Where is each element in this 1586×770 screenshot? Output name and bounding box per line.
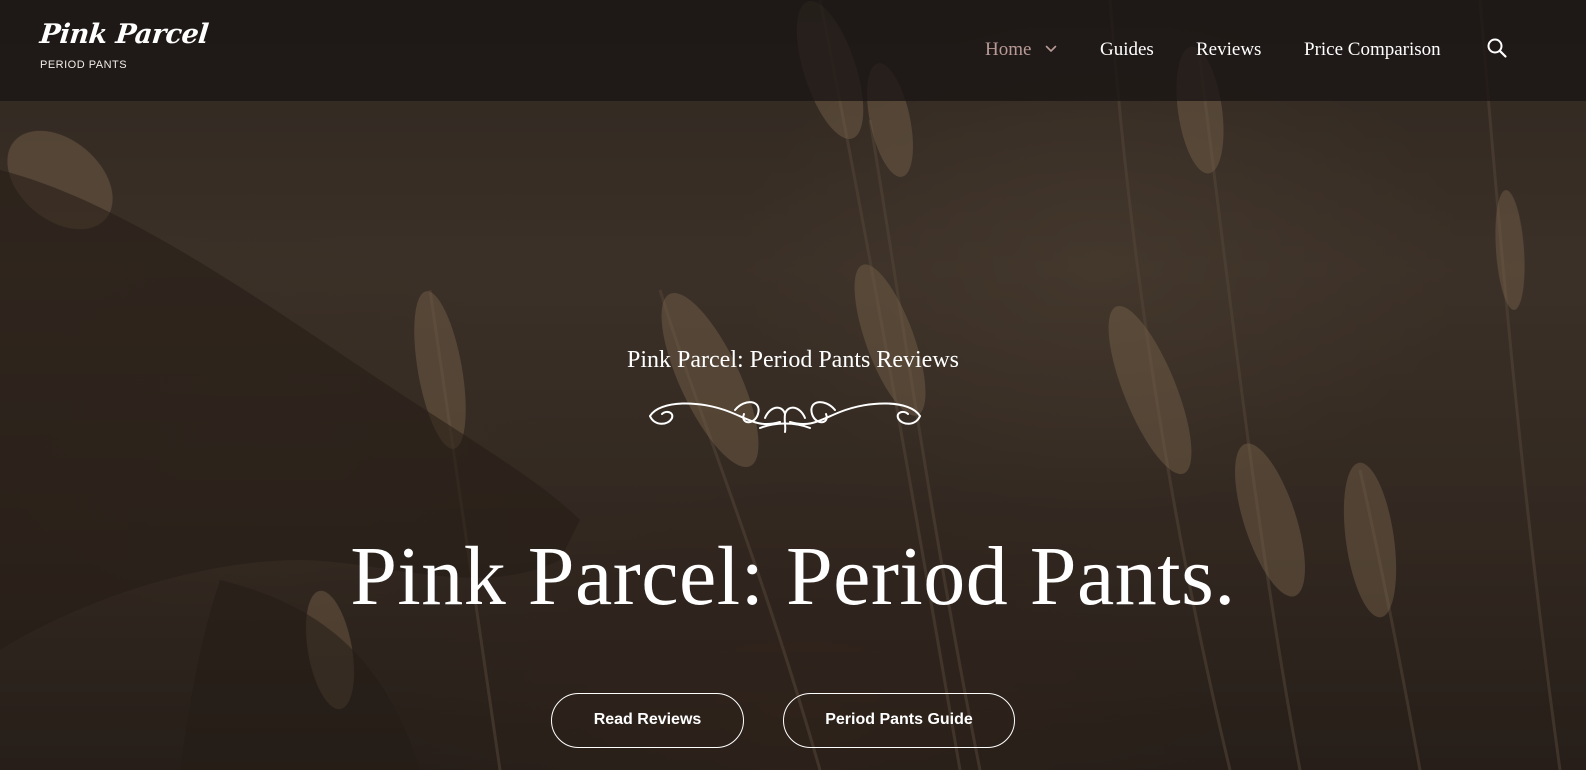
main-nav: Home Guides Reviews Price Comparison <box>0 36 1586 64</box>
flourish-divider-icon <box>649 401 921 433</box>
hero-title: Pink Parcel: Period Pants. <box>350 530 1236 623</box>
chevron-down-icon[interactable] <box>1045 44 1057 54</box>
read-reviews-button[interactable]: Read Reviews <box>551 693 744 748</box>
hero-overlay <box>0 0 1586 770</box>
page: Pink Parcel PERIOD PANTS Home Guides Rev… <box>0 0 1586 770</box>
search-icon[interactable] <box>1486 37 1508 59</box>
nav-item-guides[interactable]: Guides <box>1100 36 1154 64</box>
nav-item-reviews[interactable]: Reviews <box>1196 36 1261 64</box>
nav-item-price-comparison[interactable]: Price Comparison <box>1304 36 1441 64</box>
period-pants-guide-button[interactable]: Period Pants Guide <box>783 693 1015 748</box>
site-header: Pink Parcel PERIOD PANTS Home Guides Rev… <box>0 0 1586 101</box>
hero-subtitle: Pink Parcel: Period Pants Reviews <box>627 347 959 373</box>
nav-item-home[interactable]: Home <box>985 36 1031 64</box>
